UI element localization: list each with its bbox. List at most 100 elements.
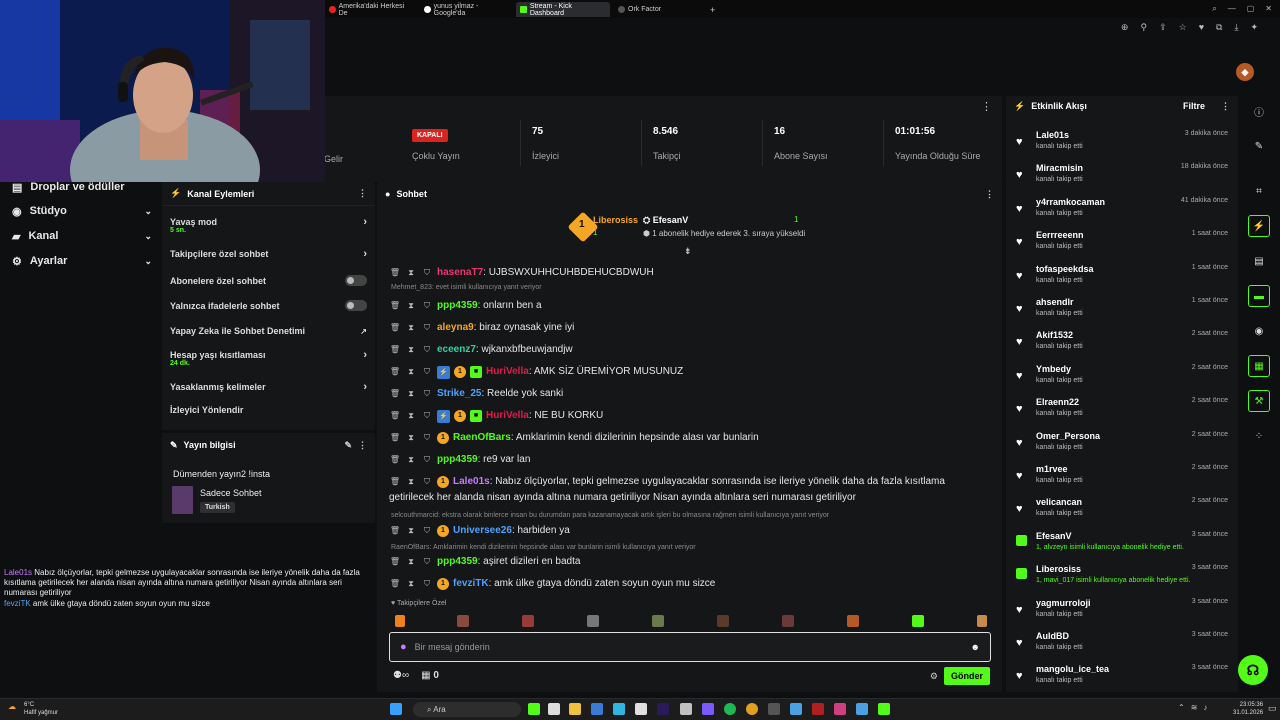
feed-username[interactable]: y4rramkocaman xyxy=(1036,197,1105,207)
chat-username[interactable]: aleyna9 xyxy=(437,322,474,333)
pin-icon[interactable]: ⚲ xyxy=(1140,22,1147,33)
feed-item[interactable]: EfesanV 1, alvzeyn isimli kullanıcıya abo… xyxy=(1016,531,1228,561)
filter-button[interactable]: Filtre xyxy=(1183,101,1205,111)
chat-username[interactable]: eceenz7 xyxy=(437,344,476,355)
chat-settings-icon[interactable]: ⚙ xyxy=(930,671,938,682)
extension-icon[interactable]: ⧉ xyxy=(1216,22,1222,33)
infinity-icon[interactable]: ⚉∞ xyxy=(393,670,409,681)
chat-message[interactable]: 🗑︎ ⧗ ⛉ ppp4359: re9 var lan xyxy=(389,452,992,468)
app-icon[interactable] xyxy=(856,703,868,715)
viewer-redirect-row[interactable]: İzleyici Yönlendir xyxy=(170,405,367,415)
bolt-icon[interactable]: ⚡ xyxy=(1248,215,1270,237)
shield-icon[interactable]: ⛉ xyxy=(421,342,433,358)
chat-username[interactable]: RaenOfBars xyxy=(453,432,511,443)
trash-icon[interactable]: 🗑︎ xyxy=(389,265,401,281)
chat-username[interactable]: hasenaT7 xyxy=(437,267,483,278)
more-icon[interactable]: ⋮ xyxy=(358,440,367,451)
windows-start-icon[interactable] xyxy=(390,703,402,715)
chat-username[interactable]: ppp4359 xyxy=(437,556,478,567)
user-avatar[interactable]: ◆ xyxy=(1236,63,1254,81)
feed-item[interactable]: ♥ Eerrreeenn kanalı takip etti 1 saat önce xyxy=(1016,230,1228,260)
top-gifter-name[interactable]: Liberosiss xyxy=(593,215,638,225)
chat-message[interactable]: 🗑︎ ⧗ ⛉ ⚡ 1 ■ HuriVella: NE BU KORKU xyxy=(389,408,992,424)
sidebar-item-drops[interactable]: ▤ Droplar ve ödüller xyxy=(12,178,152,196)
trash-icon[interactable]: 🗑︎ xyxy=(389,408,401,424)
trash-icon[interactable]: 🗑︎ xyxy=(389,554,401,570)
info-icon[interactable]: ⓘ xyxy=(1248,100,1270,122)
trash-icon[interactable]: 🗑︎ xyxy=(389,452,401,468)
spotify-icon[interactable] xyxy=(724,703,736,715)
edit-icon[interactable]: ✎ xyxy=(344,440,352,451)
opera-icon[interactable] xyxy=(812,703,824,715)
timeout-icon[interactable]: ⧗ xyxy=(405,576,417,592)
download-icon[interactable]: ⤓ xyxy=(1234,22,1238,33)
chat-username[interactable]: HuriVella xyxy=(486,366,529,377)
feed-username[interactable]: Ymbedy xyxy=(1036,364,1071,374)
timeout-icon[interactable]: ⧗ xyxy=(405,364,417,380)
feed-username[interactable]: AuldBD xyxy=(1036,631,1069,641)
emotes-only-toggle[interactable] xyxy=(345,300,367,311)
emoji-icon[interactable]: ☻ xyxy=(971,642,980,652)
scroll-down-icon[interactable]: ⇟ xyxy=(684,246,692,257)
feed-item[interactable]: ♥ Ymbedy kanalı takip etti 2 saat önce xyxy=(1016,364,1228,394)
shield-icon[interactable]: ⛉ xyxy=(421,430,433,446)
sidebar-item-channel[interactable]: ▰ Kanal ⌄ xyxy=(12,227,152,245)
send-button[interactable]: Gönder xyxy=(944,667,990,685)
trash-icon[interactable]: 🗑︎ xyxy=(389,364,401,380)
feed-item[interactable]: ♥ m1rvee kanalı takip etti 2 saat önce xyxy=(1016,464,1228,494)
heart-icon[interactable]: ♥ xyxy=(1199,22,1204,33)
category-name[interactable]: Sadece Sohbet xyxy=(200,488,262,498)
feed-item[interactable]: ♥ velicancan kanalı takip etti 2 saat önce xyxy=(1016,497,1228,527)
trash-icon[interactable]: 🗑︎ xyxy=(389,430,401,446)
notification-icon[interactable]: ▭ xyxy=(1268,703,1277,714)
feed-item[interactable]: ♥ Omer_Persona kanalı takip etti 2 saat önc… xyxy=(1016,431,1228,461)
terminal-icon[interactable] xyxy=(768,703,780,715)
timeout-icon[interactable]: ⧗ xyxy=(405,342,417,358)
more-icon[interactable]: ⋮ xyxy=(358,188,367,199)
chat-message[interactable]: 🗑︎ ⧗ ⛉ hasenaT7: UJBSWXUHHCUHBDEHUCBDWUH xyxy=(389,265,992,281)
account-age-row[interactable]: Hesap yaşı kısıtlaması 24 dk. › xyxy=(170,349,367,367)
pencil-icon[interactable]: ✎ xyxy=(1248,135,1270,157)
feed-username[interactable]: ahsendlr xyxy=(1036,297,1074,307)
feed-item[interactable]: Liberosiss 1, mavi_017 isimli kullanıcıya… xyxy=(1016,564,1228,594)
feed-item[interactable]: ♥ Lale01s kanalı takip etti 3 dakika önce xyxy=(1016,130,1228,160)
feed-item[interactable]: ♥ AuldBD kanalı takip etti 3 saat önce xyxy=(1016,631,1228,661)
shield-icon[interactable]: ⛉ xyxy=(421,408,433,424)
shield-icon[interactable]: ⛉ xyxy=(421,386,433,402)
feed-item[interactable]: ♥ Miracmisin kanalı takip etti 18 dakika ön… xyxy=(1016,163,1228,193)
shield-icon[interactable]: ⛉ xyxy=(421,364,433,380)
browser-tab[interactable]: yunus yilmaz - Google'da xyxy=(420,2,512,17)
shield-icon[interactable]: ⛉ xyxy=(421,474,433,490)
shield-icon[interactable]: ⛉ xyxy=(421,452,433,468)
chrome-icon[interactable] xyxy=(746,703,758,715)
app-icon[interactable] xyxy=(680,703,692,715)
feed-username[interactable]: yagmurroloji xyxy=(1036,598,1091,608)
document-icon[interactable]: ▤ xyxy=(1248,250,1270,272)
taskbar-search[interactable]: ⌕ Ara xyxy=(413,702,521,717)
feed-item[interactable]: ♥ y4rramkocaman kanalı takip etti 41 dakika… xyxy=(1016,197,1228,227)
trash-icon[interactable]: 🗑︎ xyxy=(389,474,401,490)
help-headset-button[interactable]: ☊ xyxy=(1238,655,1268,685)
timeout-icon[interactable]: ⧗ xyxy=(405,474,417,490)
wrench-icon[interactable]: ⚒ xyxy=(1248,390,1270,412)
shield-icon[interactable]: ⛉ xyxy=(421,265,433,281)
wifi-icon[interactable]: ≋ xyxy=(1191,703,1198,712)
chat-message[interactable]: 🗑︎ ⧗ ⛉ ppp4359: aşiret dizileri en badta xyxy=(389,554,992,570)
feed-username[interactable]: Lale01s xyxy=(1036,130,1069,140)
banned-words-row[interactable]: Yasaklanmış kelimeler › xyxy=(170,381,367,393)
feed-username[interactable]: Omer_Persona xyxy=(1036,431,1100,441)
timeout-icon[interactable]: ⧗ xyxy=(405,386,417,402)
volume-icon[interactable]: ♪ xyxy=(1203,703,1207,712)
layout-icon[interactable]: ▦ xyxy=(1248,355,1270,377)
more-icon[interactable]: ⋮ xyxy=(985,189,994,200)
feed-username[interactable]: Akif1532 xyxy=(1036,330,1073,340)
zoom-icon[interactable]: ⊕ xyxy=(1121,22,1129,33)
bookmark-icon[interactable]: ☆ xyxy=(1179,22,1187,33)
feed-item[interactable]: ♥ Elraenn22 kanalı takip etti 2 saat önce xyxy=(1016,397,1228,427)
app-icon[interactable] xyxy=(834,703,846,715)
trash-icon[interactable]: 🗑︎ xyxy=(389,386,401,402)
followers-only-row[interactable]: Takipçilere özel sohbet › xyxy=(170,248,367,260)
ai-moderation-row[interactable]: Yapay Zeka ile Sohbet Denetimi ↗ xyxy=(170,326,367,336)
discord-icon[interactable] xyxy=(702,703,714,715)
chat-message-input[interactable]: ● Bir mesaj gönderin ☻ xyxy=(389,632,991,662)
